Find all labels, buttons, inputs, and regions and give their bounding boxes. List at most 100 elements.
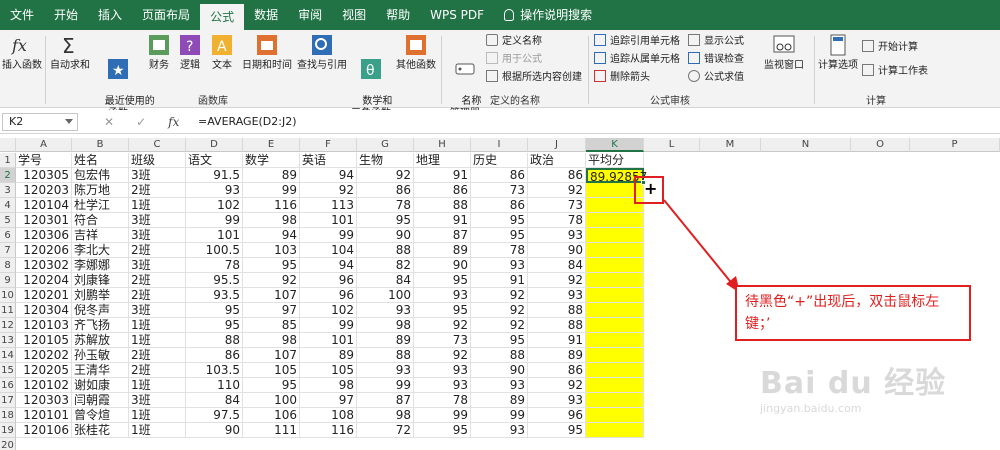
cell-k8[interactable] <box>586 258 644 273</box>
cell-e5[interactable]: 98 <box>243 213 300 228</box>
cell-g4[interactable]: 78 <box>357 198 414 213</box>
cell-g7[interactable]: 88 <box>357 243 414 258</box>
cell-k17[interactable] <box>586 393 644 408</box>
cell-k11[interactable] <box>586 303 644 318</box>
cell-k12[interactable] <box>586 318 644 333</box>
cell-i4[interactable]: 86 <box>471 198 528 213</box>
cell-c17[interactable]: 3班 <box>129 393 186 408</box>
cell-f12[interactable]: 99 <box>300 318 357 333</box>
row-header-10[interactable]: 10 <box>0 288 16 303</box>
cell-d11[interactable]: 95 <box>186 303 243 318</box>
cell-i8[interactable]: 93 <box>471 258 528 273</box>
cell-e19[interactable]: 111 <box>243 423 300 438</box>
cell-f10[interactable]: 96 <box>300 288 357 303</box>
column-header-o[interactable]: O <box>851 138 910 152</box>
cell-c13[interactable]: 1班 <box>129 333 186 348</box>
cell-d12[interactable]: 95 <box>186 318 243 333</box>
insert-function-icon[interactable]: fx <box>168 115 179 129</box>
row-header-18[interactable]: 18 <box>0 408 16 423</box>
lookup-button[interactable]: 查找与引用 <box>296 32 348 72</box>
tab-formulas[interactable]: 公式 <box>200 4 245 30</box>
watch-window-button[interactable]: 监视窗口 <box>760 32 808 72</box>
cell-j2[interactable]: 86 <box>528 168 586 183</box>
cell-f16[interactable]: 98 <box>300 378 357 393</box>
cell-i9[interactable]: 91 <box>471 273 528 288</box>
row-header-14[interactable]: 14 <box>0 348 16 363</box>
cell-d10[interactable]: 93.5 <box>186 288 243 303</box>
cell-e13[interactable]: 98 <box>243 333 300 348</box>
cell-e14[interactable]: 107 <box>243 348 300 363</box>
cell-b12[interactable]: 齐飞扬 <box>72 318 129 333</box>
cell-k18[interactable] <box>586 408 644 423</box>
cell-d13[interactable]: 88 <box>186 333 243 348</box>
cell-e3[interactable]: 99 <box>243 183 300 198</box>
cell-a1[interactable]: 学号 <box>16 153 72 168</box>
cell-k5[interactable] <box>586 213 644 228</box>
cell-a12[interactable]: 120103 <box>16 318 72 333</box>
cell-c8[interactable]: 3班 <box>129 258 186 273</box>
cell-h2[interactable]: 91 <box>414 168 471 183</box>
cell-d8[interactable]: 78 <box>186 258 243 273</box>
cell-d18[interactable]: 97.5 <box>186 408 243 423</box>
cell-d3[interactable]: 93 <box>186 183 243 198</box>
cell-d15[interactable]: 103.5 <box>186 363 243 378</box>
cell-i5[interactable]: 95 <box>471 213 528 228</box>
cell-a14[interactable]: 120202 <box>16 348 72 363</box>
row-header-9[interactable]: 9 <box>0 273 16 288</box>
column-header-a[interactable]: A <box>16 138 72 152</box>
column-header-i[interactable]: I <box>471 138 528 152</box>
cell-b6[interactable]: 吉祥 <box>72 228 129 243</box>
row-header-6[interactable]: 6 <box>0 228 16 243</box>
cell-e6[interactable]: 94 <box>243 228 300 243</box>
cell-b17[interactable]: 闫朝霞 <box>72 393 129 408</box>
column-header-p[interactable]: P <box>910 138 1000 152</box>
cell-d9[interactable]: 95.5 <box>186 273 243 288</box>
column-header-k[interactable]: K <box>586 138 644 152</box>
cell-h6[interactable]: 87 <box>414 228 471 243</box>
cell-i15[interactable]: 90 <box>471 363 528 378</box>
cell-e9[interactable]: 92 <box>243 273 300 288</box>
cell-j13[interactable]: 91 <box>528 333 586 348</box>
cell-k9[interactable] <box>586 273 644 288</box>
column-header-b[interactable]: B <box>72 138 129 152</box>
cell-f9[interactable]: 96 <box>300 273 357 288</box>
cell-h15[interactable]: 93 <box>414 363 471 378</box>
cell-g3[interactable]: 86 <box>357 183 414 198</box>
cell-f19[interactable]: 116 <box>300 423 357 438</box>
insert-function-button[interactable]: fx 插入函数 <box>2 32 42 72</box>
cell-a8[interactable]: 120302 <box>16 258 72 273</box>
cell-f7[interactable]: 104 <box>300 243 357 258</box>
cell-j6[interactable]: 93 <box>528 228 586 243</box>
cell-f13[interactable]: 101 <box>300 333 357 348</box>
cell-g14[interactable]: 88 <box>357 348 414 363</box>
cell-b8[interactable]: 李娜娜 <box>72 258 129 273</box>
cell-j16[interactable]: 92 <box>528 378 586 393</box>
cell-j12[interactable]: 88 <box>528 318 586 333</box>
cell-h1[interactable]: 地理 <box>414 153 471 168</box>
enter-icon[interactable]: ✓ <box>136 115 146 129</box>
cell-c12[interactable]: 1班 <box>129 318 186 333</box>
column-header-n[interactable]: N <box>761 138 851 152</box>
cell-i14[interactable]: 88 <box>471 348 528 363</box>
cell-b14[interactable]: 孙玉敏 <box>72 348 129 363</box>
cell-i19[interactable]: 93 <box>471 423 528 438</box>
cell-c1[interactable]: 班级 <box>129 153 186 168</box>
cell-j14[interactable]: 89 <box>528 348 586 363</box>
cell-f1[interactable]: 英语 <box>300 153 357 168</box>
tab-home[interactable]: 开始 <box>44 0 88 30</box>
row-header-2[interactable]: 2 <box>0 168 16 183</box>
cell-i12[interactable]: 92 <box>471 318 528 333</box>
cell-d16[interactable]: 110 <box>186 378 243 393</box>
cell-c9[interactable]: 2班 <box>129 273 186 288</box>
column-header-f[interactable]: F <box>300 138 357 152</box>
cell-a4[interactable]: 120104 <box>16 198 72 213</box>
row-header-4[interactable]: 4 <box>0 198 16 213</box>
cell-a16[interactable]: 120102 <box>16 378 72 393</box>
trace-precedents-button[interactable]: 追踪引用单元格 <box>594 32 680 47</box>
cell-b9[interactable]: 刘康锋 <box>72 273 129 288</box>
cell-h4[interactable]: 88 <box>414 198 471 213</box>
row-header-3[interactable]: 3 <box>0 183 16 198</box>
more-functions-button[interactable]: 其他函数 <box>396 32 436 72</box>
cell-a13[interactable]: 120105 <box>16 333 72 348</box>
cell-g11[interactable]: 93 <box>357 303 414 318</box>
